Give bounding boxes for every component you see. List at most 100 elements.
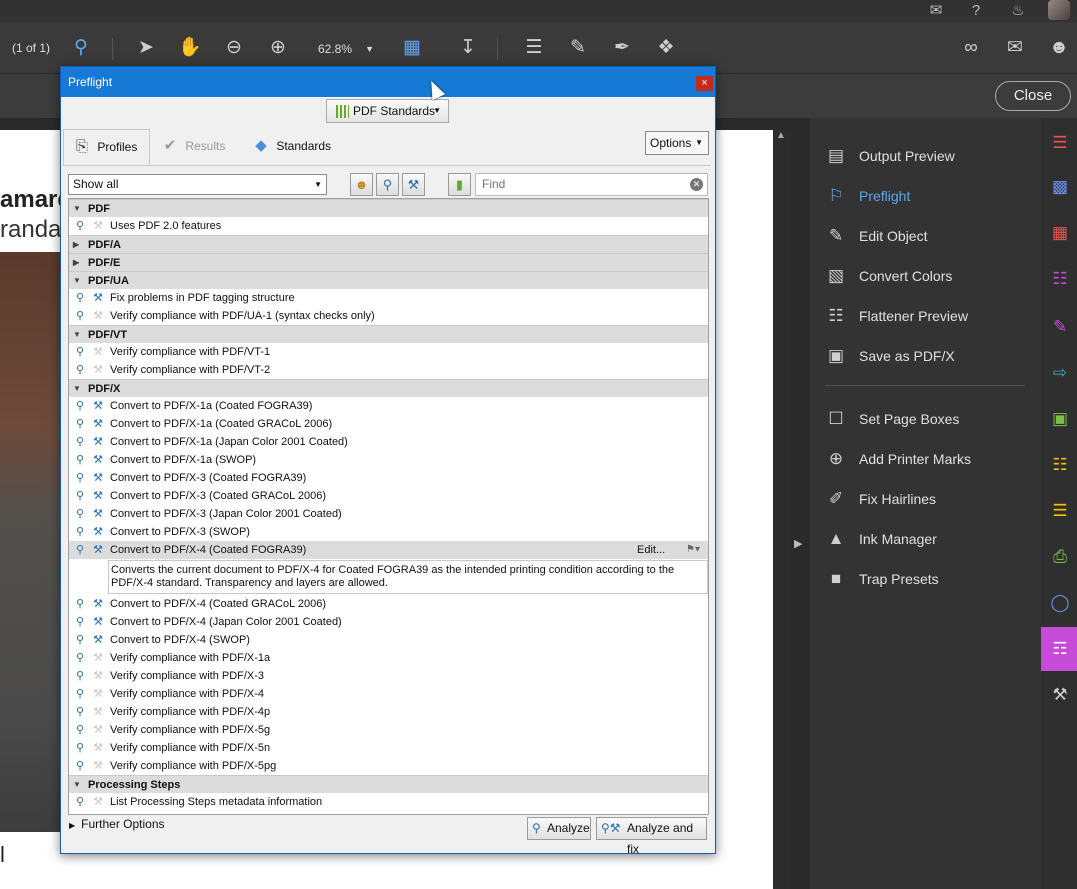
email-icon[interactable]: ✉ <box>1001 34 1029 62</box>
avatar[interactable] <box>1048 0 1070 20</box>
scroll-up-icon[interactable]: ▲ <box>776 130 786 141</box>
organize-pages-icon[interactable]: ▦ <box>1047 220 1073 246</box>
comment-tool-icon[interactable]: ☰ <box>1047 498 1073 524</box>
panel-toggle-icon[interactable]: ▶ <box>794 537 802 550</box>
protect-icon[interactable]: ◯ <box>1047 590 1073 616</box>
dialog-close-button[interactable]: × <box>696 76 713 91</box>
show-checks-icon[interactable]: ⚲ <box>376 173 399 196</box>
expand-triangle-icon[interactable]: ▶ <box>73 236 83 254</box>
profile-row[interactable]: ⚲ ⚒ Convert to PDF/X-3 (Coated FOGRA39) <box>69 469 708 487</box>
profile-row[interactable]: ⚲ ⚒ Convert to PDF/X-4 (Japan Color 2001 C… <box>69 613 708 631</box>
zoom-in-icon[interactable]: ⊕ <box>264 34 292 62</box>
scroll-mode-icon[interactable]: ↧ <box>454 34 482 62</box>
comment-icon[interactable]: ☰ <box>520 34 548 62</box>
tool-trap-presets[interactable]: ■ Trap Presets <box>824 565 1034 593</box>
find-input[interactable] <box>482 177 682 191</box>
profile-filter-select[interactable]: Show all ▼ <box>68 174 327 195</box>
show-fixups-icon[interactable]: ⚒ <box>402 173 425 196</box>
tool-save-as-pdf-x[interactable]: ▣ Save as PDF/X <box>824 342 1034 370</box>
collapse-triangle-icon[interactable]: ▼ <box>73 380 83 398</box>
tool-set-page-boxes[interactable]: ☐ Set Page Boxes <box>824 405 1034 433</box>
edit-profile-button[interactable]: Edit... <box>637 542 683 558</box>
tool-preflight[interactable]: ⚐ Preflight <box>824 182 1034 210</box>
profile-row[interactable]: ⚲ ⚒ Convert to PDF/X-1a (Coated FOGRA39) <box>69 397 708 415</box>
tab-results[interactable]: ✔ Results <box>158 129 238 165</box>
profile-row[interactable]: ⚲ ⚒ Verify compliance with PDF/X-4 <box>69 685 708 703</box>
profile-group[interactable]: ▼ PDF <box>69 199 708 217</box>
collapse-triangle-icon[interactable]: ▼ <box>73 776 83 794</box>
profile-group[interactable]: ▶ PDF/A <box>69 235 708 253</box>
profile-row[interactable]: ⚲ ⚒ Verify compliance with PDF/X-5pg <box>69 757 708 775</box>
tool-output-preview[interactable]: ▤ Output Preview <box>824 142 1034 170</box>
clear-search-icon[interactable]: ✕ <box>690 178 703 191</box>
show-standards-icon[interactable]: ▮ <box>448 173 471 196</box>
profiles-list[interactable]: ▼ PDF ⚲ ⚒ Uses PDF 2.0 features ▶ PDF/A ▶ PDF/E ▼… <box>68 198 709 815</box>
tool-convert-colors[interactable]: ▧ Convert Colors <box>824 262 1034 290</box>
profile-group[interactable]: ▼ PDF/VT <box>69 325 708 343</box>
collapse-triangle-icon[interactable]: ▼ <box>73 272 83 290</box>
profile-row[interactable]: ⚲ ⚒ Convert to PDF/X-1a (SWOP) <box>69 451 708 469</box>
profile-row[interactable]: ⚲ ⚒ Verify compliance with PDF/X-4p <box>69 703 708 721</box>
collapse-triangle-icon[interactable]: ▼ <box>73 326 83 344</box>
profile-row[interactable]: ⚲ ⚒ Verify compliance with PDF/X-3 <box>69 667 708 685</box>
further-options-toggle[interactable]: ▶ Further Options <box>69 817 165 831</box>
tab-standards[interactable]: ◆ Standards <box>249 129 349 165</box>
tool-edit-object[interactable]: ✎ Edit Object <box>824 222 1034 250</box>
find-text-icon[interactable]: ⚲ <box>67 34 95 62</box>
profile-group[interactable]: ▼ PDF/X <box>69 379 708 397</box>
close-tool-button[interactable]: Close <box>995 81 1071 111</box>
profile-row[interactable]: ⚲ ⚒ Convert to PDF/X-3 (Coated GRACoL 2006… <box>69 487 708 505</box>
select-tool-icon[interactable]: ➤ <box>132 34 160 62</box>
profile-row[interactable]: ⚲ ⚒ List Processing Steps metadata informa… <box>69 793 708 811</box>
profile-row[interactable]: ⚲ ⚒ Verify compliance with PDF/VT-2 <box>69 361 708 379</box>
profile-group[interactable]: ▼ PDF/UA <box>69 271 708 289</box>
zoom-select[interactable]: 62.8% ▼ <box>310 38 382 60</box>
analyze-button[interactable]: ⚲ Analyze <box>527 817 591 840</box>
profile-row[interactable]: ⚲ ⚒ Verify compliance with PDF/X-5g <box>69 721 708 739</box>
profile-row[interactable]: ⚲ ⚒ Convert to PDF/X-1a (Coated GRACoL 200… <box>69 415 708 433</box>
notifications-icon[interactable]: ♨ <box>1008 1 1028 21</box>
comments-icon[interactable]: ✉ <box>926 1 946 21</box>
combine-files-icon[interactable]: ▩ <box>1047 174 1073 200</box>
fit-page-icon[interactable]: ▦ <box>398 34 426 62</box>
tab-profiles[interactable]: ⎘ Profiles <box>63 129 150 165</box>
edit-pdf-icon[interactable]: ☷ <box>1047 266 1073 292</box>
profile-row[interactable]: ⚲ ⚒ Verify compliance with PDF/VT-1 <box>69 343 708 361</box>
flag-menu-icon[interactable]: ⚑▾ <box>686 542 706 558</box>
tool-add-printer-marks[interactable]: ⊕ Add Printer Marks <box>824 445 1034 473</box>
tool-flattener-preview[interactable]: ☷ Flattener Preview <box>824 302 1034 330</box>
profile-row[interactable]: ⚲ ⚒ Convert to PDF/X-4 (Coated GRACoL 2006… <box>69 595 708 613</box>
highlight-icon[interactable]: ✎ <box>564 34 592 62</box>
fill-sign-icon[interactable]: ✎ <box>1047 314 1073 340</box>
profile-row[interactable]: ⚲ ⚒ Fix problems in PDF tagging structure <box>69 289 708 307</box>
vertical-scrollbar[interactable] <box>773 130 790 889</box>
hand-tool-icon[interactable]: ✋ <box>176 34 204 62</box>
profile-row[interactable]: ⚲ ⚒ Verify compliance with PDF/X-1a <box>69 649 708 667</box>
link-icon[interactable]: ∞ <box>957 34 985 62</box>
tool-ink-manager[interactable]: ▲ Ink Manager <box>824 525 1034 553</box>
profile-row[interactable]: ⚲ ⚒ Convert to PDF/X-4 (SWOP) <box>69 631 708 649</box>
dialog-title-bar[interactable]: Preflight × <box>61 67 715 97</box>
print-production-tool-icon[interactable]: ⎙ <box>1047 544 1073 570</box>
find-field[interactable]: ✕ <box>475 173 708 196</box>
collapse-triangle-icon[interactable]: ▼ <box>73 200 83 218</box>
compress-icon[interactable]: ▣ <box>1047 406 1073 432</box>
profile-group[interactable]: ▼ Processing Steps <box>69 775 708 793</box>
create-pdf-icon[interactable]: ☰ <box>1047 130 1073 156</box>
profile-row[interactable]: ⚲ ⚒ Convert to PDF/X-3 (SWOP) <box>69 523 708 541</box>
profile-row[interactable]: ⚲ ⚒ Verify compliance with PDF/X-5n <box>69 739 708 757</box>
profile-row[interactable]: ⚲ ⚒ Convert to PDF/X-1a (Japan Color 2001 … <box>69 433 708 451</box>
send-for-comments-icon[interactable]: ☷ <box>1047 452 1073 478</box>
active-tool-highlight[interactable]: ☶ <box>1041 627 1077 671</box>
profile-row[interactable]: ⚲ ⚒ Convert to PDF/X-4 (Coated FOGRA39) Edi… <box>69 541 708 559</box>
options-button[interactable]: Options ▼ <box>645 131 709 155</box>
tool-fix-hairlines[interactable]: ✐ Fix Hairlines <box>824 485 1034 513</box>
pdf-standards-button[interactable]: PDF Standards ▼ <box>326 99 449 123</box>
export-pdf-icon[interactable]: ⇨ <box>1047 360 1073 386</box>
profile-group[interactable]: ▶ PDF/E <box>69 253 708 271</box>
sign-icon[interactable]: ✒ <box>608 34 636 62</box>
profile-row[interactable]: ⚲ ⚒ Uses PDF 2.0 features <box>69 217 708 235</box>
help-icon[interactable]: ? <box>966 1 986 21</box>
expand-triangle-icon[interactable]: ▶ <box>73 254 83 272</box>
stamp-icon[interactable]: ❖ <box>652 34 680 62</box>
